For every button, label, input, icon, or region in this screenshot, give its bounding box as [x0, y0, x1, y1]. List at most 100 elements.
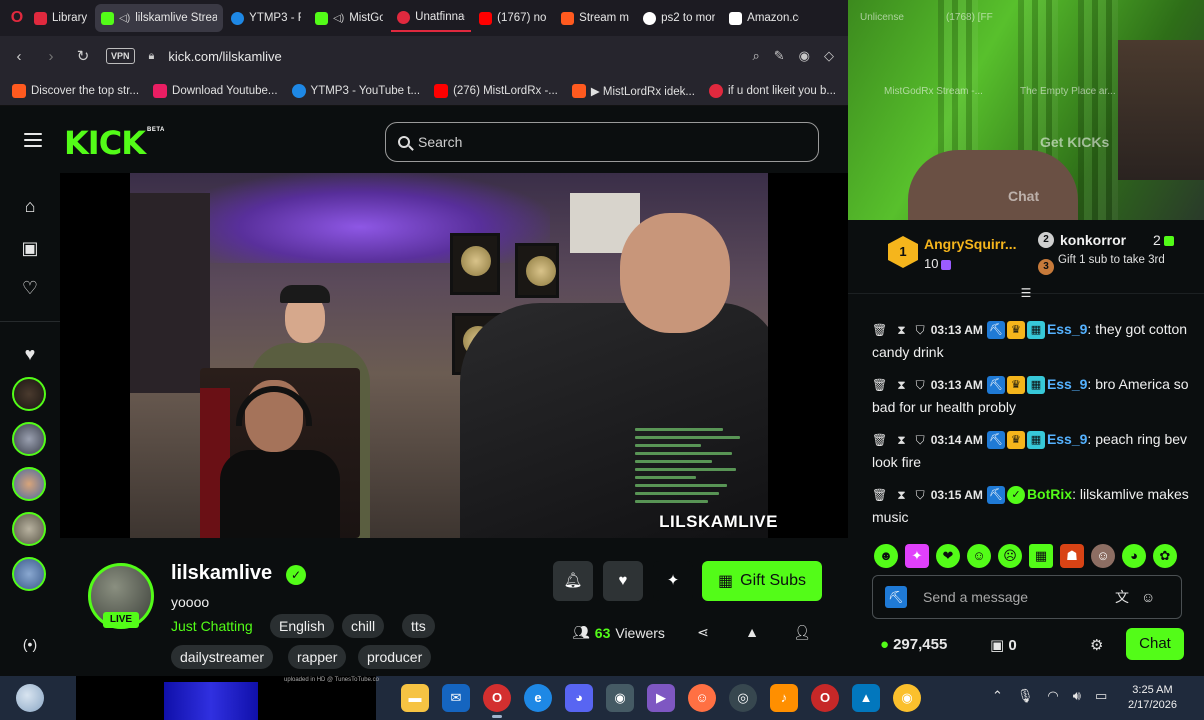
url-field[interactable]: kick.com/lilskamlive — [168, 49, 738, 64]
chevron-up-icon[interactable]: ⌃ — [992, 688, 1003, 704]
opera-icon[interactable]: O — [483, 684, 511, 712]
tab-unatfinnag[interactable]: Unatfinnag — [391, 4, 472, 32]
recommended-live-icon[interactable]: (•) — [19, 633, 41, 655]
bookmark-item[interactable]: (276) MistLordRx -... — [434, 83, 558, 98]
followed-channel-avatar[interactable] — [12, 512, 46, 546]
forward-icon[interactable]: › — [42, 48, 60, 65]
bookmark-item[interactable]: if u dont likeit you b... — [708, 83, 836, 98]
delete-icon[interactable]: 🗑︎ — [872, 374, 887, 396]
kick-emote-icon[interactable]: ⛏ — [885, 586, 907, 608]
mod-shield-icon[interactable]: ⛉ — [916, 374, 925, 396]
stream-category[interactable]: Just Chatting — [171, 618, 253, 634]
reload-icon[interactable]: ↻ — [74, 47, 92, 65]
timeout-icon[interactable]: ⧗ — [897, 484, 905, 506]
followed-channel-avatar[interactable] — [12, 422, 46, 456]
tab-lilskamlive[interactable]: ◁) lilskamlive Strea — [95, 4, 224, 32]
tag-chip[interactable]: rapper — [288, 645, 347, 669]
bookmark-item[interactable]: YTMP3 - YouTube t... — [291, 83, 420, 98]
opera-logo-icon[interactable]: O — [6, 7, 28, 29]
outlook-icon[interactable]: ✉ — [442, 684, 470, 712]
tab-ytmp3[interactable]: YTMP3 - Fr — [225, 4, 307, 32]
timeout-icon[interactable]: ⧗ — [897, 374, 905, 396]
tag-chip[interactable]: chill — [342, 614, 385, 638]
tag-chip[interactable]: tts — [402, 614, 435, 638]
bookmark-item[interactable]: Download Youtube... — [153, 83, 278, 98]
report-icon[interactable]: ▲ — [743, 624, 761, 642]
bookmark-item[interactable]: ▶ MistLordRx idek... — [571, 83, 695, 98]
mod-shield-icon[interactable]: ⛉ — [916, 319, 925, 341]
tag-chip[interactable]: English — [270, 614, 334, 638]
delete-icon[interactable]: 🗑︎ — [872, 429, 887, 451]
fl-studio-icon[interactable]: ♪ — [770, 684, 798, 712]
emoji-icon[interactable]: ☺ — [1141, 589, 1155, 605]
weather-widget-icon[interactable] — [16, 684, 44, 712]
tab-mistgo[interactable]: ◁) MistGo — [309, 4, 389, 32]
photos-icon[interactable]: ▲ — [852, 684, 880, 712]
tab-library[interactable]: Library — [28, 4, 93, 32]
tag-chip[interactable]: producer — [358, 645, 432, 669]
kick-logo[interactable]: KICK — [64, 124, 146, 162]
camera-icon[interactable]: ◉ — [799, 48, 810, 64]
chrome-icon[interactable]: ◉ — [893, 684, 921, 712]
gear-icon[interactable]: ⚙ — [1090, 636, 1103, 654]
translate-icon[interactable]: 文 — [1115, 587, 1129, 607]
back-icon[interactable]: ‹ — [10, 48, 28, 65]
discord-icon[interactable]: ◕ — [565, 684, 593, 712]
file-explorer-icon[interactable]: ▬ — [401, 684, 429, 712]
followed-channel-avatar[interactable] — [12, 377, 46, 411]
emote-icon[interactable]: ▦ — [1029, 544, 1053, 568]
tab-amazon[interactable]: Amazon.co — [723, 4, 805, 32]
gift-count[interactable]: ▣ 0 — [990, 636, 1017, 654]
browse-icon[interactable]: ▣ — [19, 237, 41, 259]
bookmark-item[interactable]: Discover the top str... — [12, 83, 139, 98]
timeout-icon[interactable]: ⧗ — [897, 429, 905, 451]
edge-icon[interactable]: e — [524, 684, 552, 712]
emote-icon[interactable]: ☺ — [1091, 544, 1115, 568]
tab-google[interactable]: ps2 to mor — [637, 4, 721, 32]
search-icon[interactable]: ⌕ — [752, 48, 759, 64]
emote-icon[interactable]: ✿ — [1153, 544, 1177, 568]
search-input[interactable] — [418, 134, 798, 150]
emote-icon[interactable]: ☗ — [1060, 544, 1084, 568]
user-options-icon[interactable]: 👤︎ — [793, 624, 811, 642]
battery-icon[interactable]: ▭ — [1095, 688, 1107, 704]
wifi-icon[interactable]: ◠ — [1047, 688, 1058, 704]
vpn-badge[interactable]: VPN — [106, 48, 135, 64]
volume-icon[interactable]: 🔊︎ — [1073, 688, 1081, 704]
video-player[interactable]: LILSKAMLIVE — [60, 173, 848, 538]
menu-icon[interactable] — [24, 133, 42, 147]
emote-icon[interactable]: ◕ — [1122, 544, 1146, 568]
emote-icon[interactable]: ☻ — [874, 544, 898, 568]
camera-app-icon[interactable]: ◉ — [606, 684, 634, 712]
collapse-leaderboard-icon[interactable]: ☰ — [1018, 286, 1034, 300]
character-app-icon[interactable]: ☺ — [688, 684, 716, 712]
emote-icon[interactable]: ☹ — [998, 544, 1022, 568]
chat-input-box[interactable]: ⛏ 文 ☺ — [872, 575, 1182, 619]
tab-stream[interactable]: Stream mis — [555, 4, 635, 32]
home-icon[interactable]: ⌂ — [19, 195, 41, 217]
followed-channel-avatar[interactable] — [12, 467, 46, 501]
notification-bell-button[interactable]: 🔔︎ — [553, 561, 593, 601]
streamer-name[interactable]: lilskamlive — [171, 562, 272, 585]
tab-youtube[interactable]: (1767) no i — [473, 4, 553, 32]
lock-icon[interactable]: 🔒︎ — [149, 50, 155, 63]
mod-shield-icon[interactable]: ⛉ — [916, 484, 925, 506]
share-icon[interactable]: ⋖ — [694, 624, 712, 642]
obs-icon[interactable]: ◎ — [729, 684, 757, 712]
followed-channel-avatar[interactable] — [12, 557, 46, 591]
delete-icon[interactable]: 🗑︎ — [872, 484, 887, 506]
microphone-icon[interactable]: 🎙︎ — [1017, 688, 1034, 704]
channel-points[interactable]: ● 297,455 — [880, 636, 947, 653]
taskbar-clock[interactable]: 3:25 AM 2/17/2026 — [1128, 683, 1177, 713]
chat-message-input[interactable] — [923, 589, 1103, 605]
opera-gx-icon[interactable]: O — [811, 684, 839, 712]
timeout-icon[interactable]: ⧗ — [897, 319, 905, 341]
search-box[interactable] — [385, 122, 819, 162]
video-editor-icon[interactable]: ▶ — [647, 684, 675, 712]
delete-icon[interactable]: 🗑︎ — [872, 319, 887, 341]
leader-first-name[interactable]: AngrySquirr... — [924, 236, 1017, 252]
emote-icon[interactable]: ✦ — [905, 544, 929, 568]
follow-heart-button[interactable]: ♥ — [603, 561, 643, 601]
gift-subs-button[interactable]: ▦ Gift Subs — [702, 561, 822, 601]
sparkle-button[interactable]: ✦ — [653, 561, 693, 601]
